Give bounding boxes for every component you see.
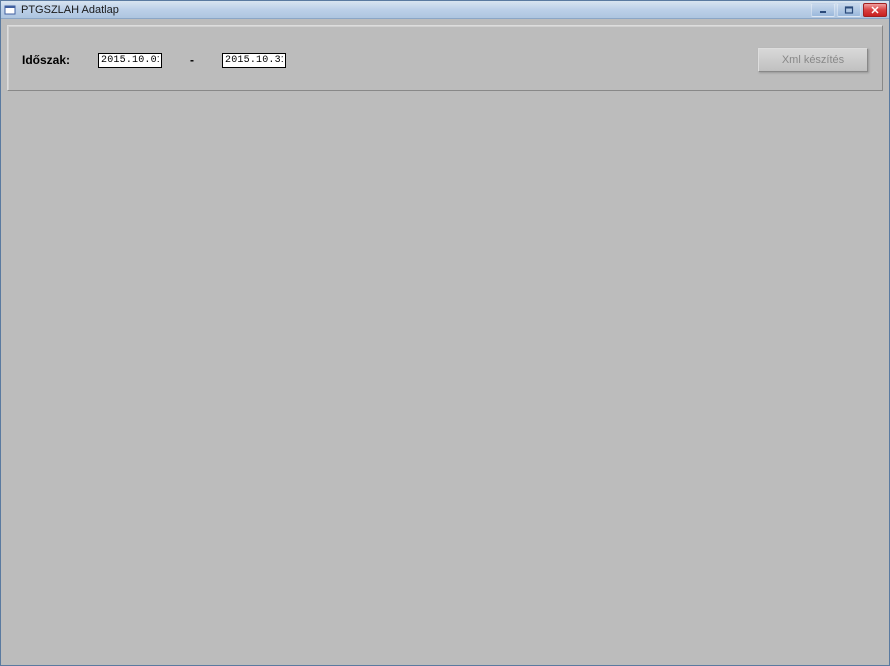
filter-panel: Időszak: - Xml készítés (7, 25, 883, 91)
window-controls (811, 3, 887, 17)
application-window: PTGSZLAH Adatlap Idős (0, 0, 890, 666)
period-label: Időszak: (22, 53, 70, 67)
titlebar[interactable]: PTGSZLAH Adatlap (1, 1, 889, 19)
date-from-input[interactable] (98, 53, 162, 68)
xml-generate-button[interactable]: Xml készítés (758, 48, 868, 72)
date-to-input[interactable] (222, 53, 286, 68)
close-button[interactable] (863, 3, 887, 17)
app-icon (3, 3, 17, 17)
window-title: PTGSZLAH Adatlap (21, 4, 811, 16)
maximize-button[interactable] (837, 3, 861, 17)
content-area: Időszak: - Xml készítés (1, 19, 889, 665)
minimize-button[interactable] (811, 3, 835, 17)
date-separator: - (190, 53, 194, 67)
